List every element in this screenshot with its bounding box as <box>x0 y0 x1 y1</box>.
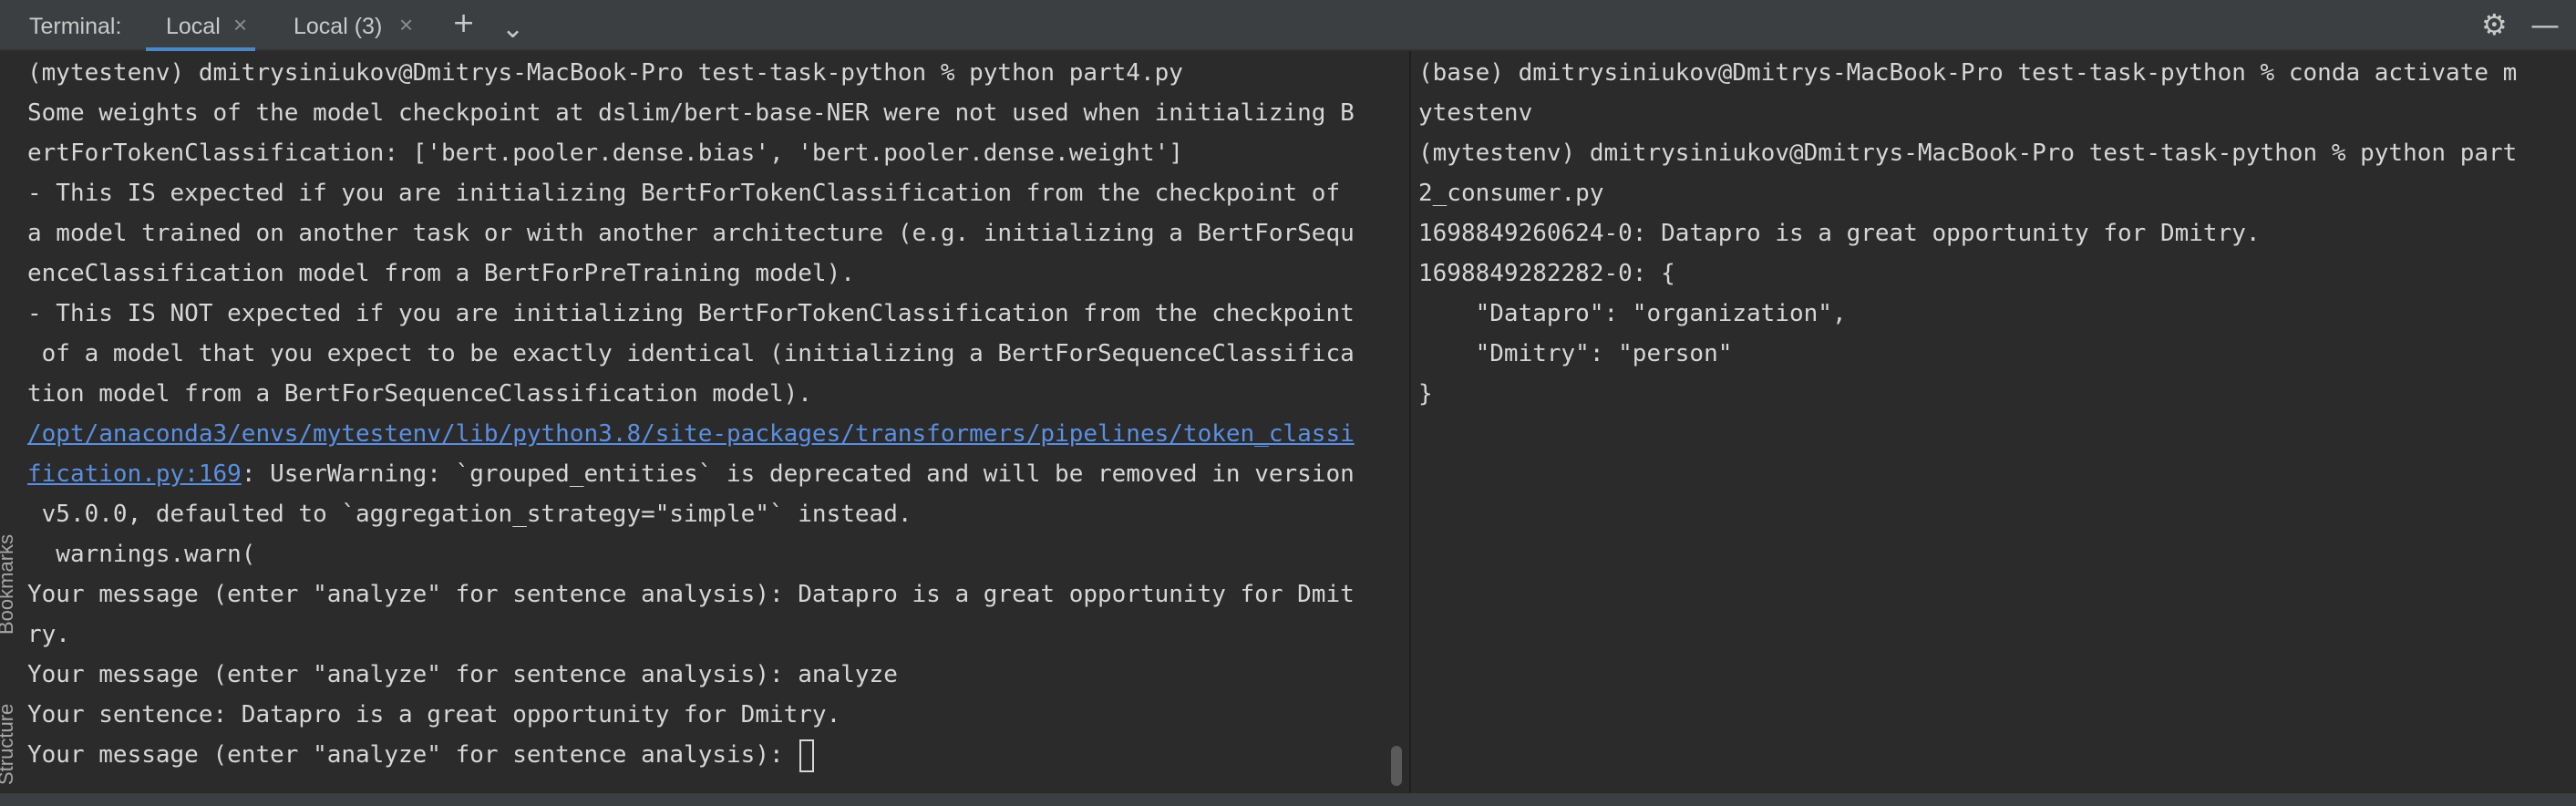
terminal-line: v5.0.0, defaulted to `aggregation_strate… <box>27 501 912 528</box>
terminal-line: (base) dmitrysiniukov@Dmitrys-MacBook-Pr… <box>1418 59 2518 87</box>
terminal-pane-left[interactable]: (mytestenv) dmitrysiniukov@Dmitrys-MacBo… <box>22 51 1411 793</box>
terminal-line: 2_consumer.py <box>1418 180 1604 207</box>
terminal-line: Your sentence: Datapro is a great opport… <box>27 701 841 728</box>
terminal-toolbar: Terminal: Local × Local (3) × + ⌄ ⚙ — <box>0 0 2576 51</box>
bookmarks-tool-label[interactable]: Bookmarks <box>0 534 18 635</box>
terminal-line: - This IS expected if you are initializi… <box>27 180 1341 207</box>
gear-icon[interactable]: ⚙ <box>2481 7 2508 42</box>
prompt-text: Your message (enter "analyze" for senten… <box>27 741 799 769</box>
split-divider[interactable] <box>1409 51 1411 793</box>
terminal-line: tion model from a BertForSequenceClassif… <box>27 380 812 408</box>
terminal-line: Some weights of the model checkpoint at … <box>27 99 1355 127</box>
terminal-line: 1698849260624-0: Datapro is a great oppo… <box>1418 220 2261 247</box>
tab-local[interactable]: Local × <box>146 0 255 51</box>
terminal-line: ry. <box>27 621 70 648</box>
warning-text: : UserWarning: `grouped_entities` is dep… <box>241 460 1355 488</box>
file-path-link[interactable]: /opt/anaconda3/envs/mytestenv/lib/python… <box>27 414 1355 454</box>
tab-local-label: Local <box>166 14 221 39</box>
text-cursor[interactable] <box>799 739 815 772</box>
minimize-icon[interactable]: — <box>2530 7 2560 42</box>
terminal-line: fication.py:169: UserWarning: `grouped_e… <box>27 454 1355 494</box>
close-icon[interactable]: × <box>399 11 413 39</box>
tool-window-strip: Bookmarks Structure <box>0 51 22 793</box>
terminal-title: Terminal: <box>29 14 122 39</box>
terminal-line: "Datapro": "organization", <box>1418 300 1847 327</box>
scrollbar-thumb[interactable] <box>1391 746 1402 786</box>
terminal-prompt-line[interactable]: Your message (enter "analyze" for senten… <box>27 735 815 775</box>
close-icon[interactable]: × <box>233 11 247 39</box>
terminal-line: 1698849282282-0: { <box>1418 260 1675 287</box>
tab-local-3[interactable]: Local (3) × <box>273 0 428 51</box>
tab-local-3-label: Local (3) <box>294 14 383 39</box>
file-path-link[interactable]: fication.py:169 <box>27 460 242 488</box>
terminal-pane-right[interactable]: (base) dmitrysiniukov@Dmitrys-MacBook-Pr… <box>1413 51 2576 793</box>
status-bar <box>0 793 2576 806</box>
terminal-line: Your message (enter "analyze" for senten… <box>27 581 1355 608</box>
terminal-line: - This IS NOT expected if you are initia… <box>27 300 1355 327</box>
structure-tool-label[interactable]: Structure <box>0 704 18 785</box>
terminal-line: "Dmitry": "person" <box>1418 340 1733 367</box>
terminal-line: Your message (enter "analyze" for senten… <box>27 661 898 688</box>
terminal-line: warnings.warn( <box>27 541 256 568</box>
chevron-down-icon[interactable]: ⌄ <box>501 13 524 45</box>
terminal-line: } <box>1418 380 1433 408</box>
terminal-line: ytestenv <box>1418 99 1533 127</box>
terminal-line: of a model that you expect to be exactly… <box>27 340 1355 367</box>
terminal-line: a model trained on another task or with … <box>27 220 1355 247</box>
terminal-line: (mytestenv) dmitrysiniukov@Dmitrys-MacBo… <box>1418 140 2518 167</box>
terminal-line: enceClassification model from a BertForP… <box>27 260 855 287</box>
terminal-line: (mytestenv) dmitrysiniukov@Dmitrys-MacBo… <box>27 59 1183 87</box>
terminal-line: ertForTokenClassification: ['bert.pooler… <box>27 140 1183 167</box>
plus-icon[interactable]: + <box>452 7 475 39</box>
